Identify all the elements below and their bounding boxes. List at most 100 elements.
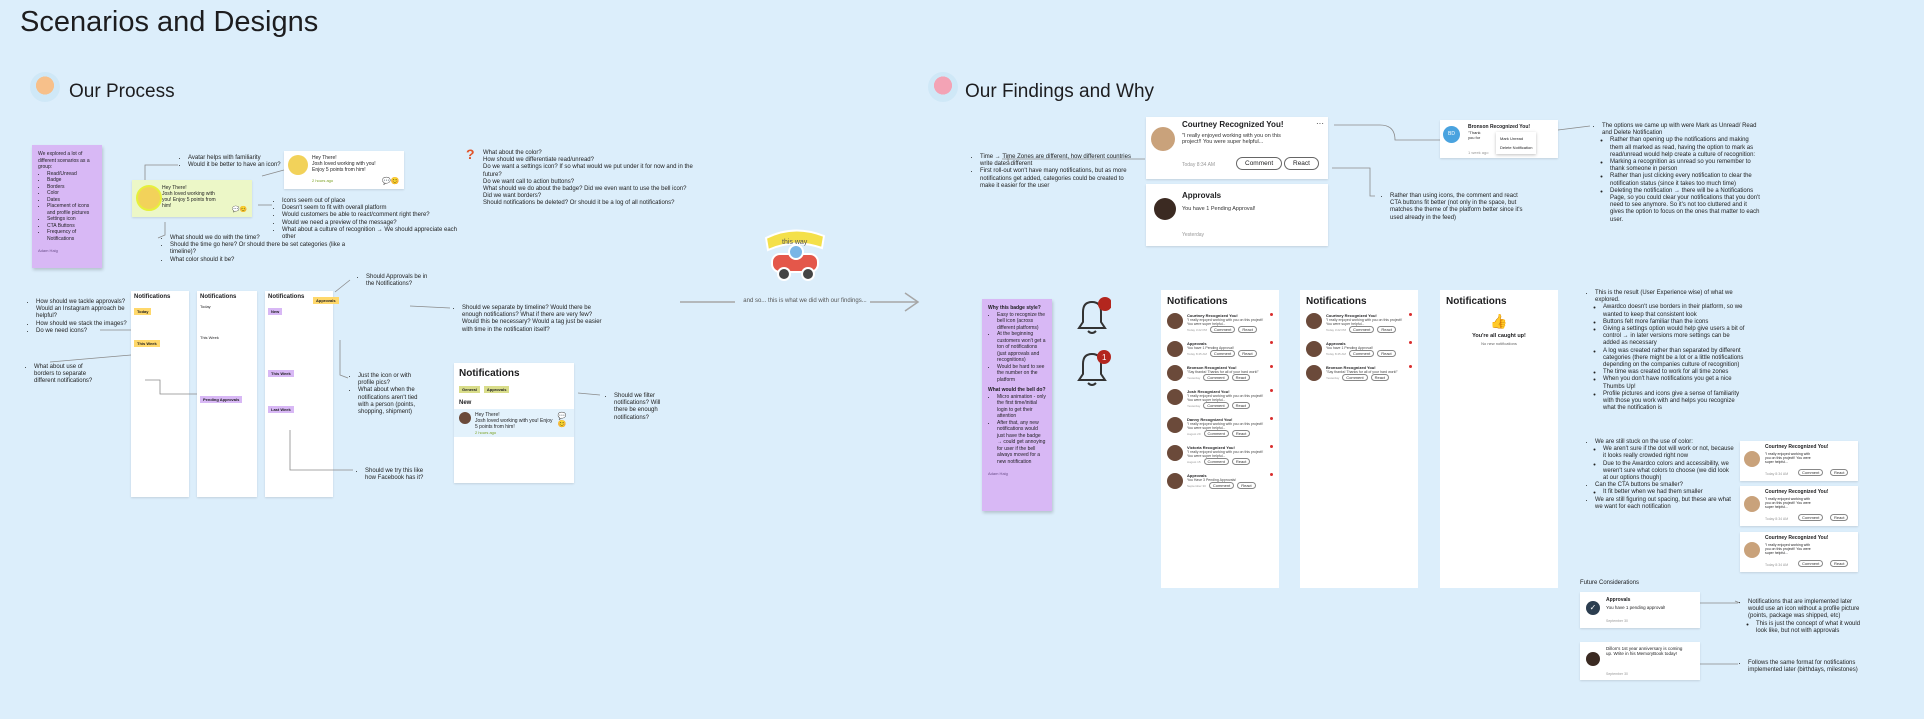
react-button[interactable]: React [1830, 560, 1849, 567]
card-date: 1 week ago [1468, 150, 1489, 155]
note-item: Buttons felt more familiar than the icon… [1603, 319, 1745, 326]
more-options-icon[interactable]: ··· [1316, 119, 1324, 128]
note-lead: Can the CTA buttons be smaller? [1595, 482, 1735, 489]
sticky-item: Micro animation - only the first time/in… [997, 394, 1046, 420]
recognition-card[interactable]: Courtney Recognized You! "I really enjoye… [1740, 532, 1858, 572]
note-item: First roll-out won't have many notificat… [980, 168, 1140, 190]
react-button[interactable]: React [1231, 402, 1251, 409]
unread-dot [1409, 313, 1412, 316]
sticker-banner-text: this way [782, 239, 808, 246]
react-button[interactable]: React [1377, 326, 1396, 333]
bell-icon [1077, 297, 1111, 334]
context-menu-card[interactable]: BD Bronson Recognized You! "Thank you fo… [1440, 120, 1558, 158]
unread-dot [1270, 313, 1273, 316]
note-item: Time → Time Zones are different, how dif… [980, 154, 1140, 168]
comment-button[interactable]: Comment [1236, 157, 1283, 170]
item-date: Today 3:22 PM [1326, 327, 1347, 332]
comment-button[interactable]: Comment [1203, 430, 1229, 437]
comment-button[interactable]: Comment [1203, 458, 1229, 465]
note-item: Rather than opening up the notifications… [1610, 137, 1762, 159]
future-notes-1: Notifications that are implemented later… [1738, 599, 1868, 635]
comment-button[interactable]: Comment [1210, 326, 1236, 333]
avatar [1167, 341, 1183, 357]
sticky-item: Would be hard to see the number on the p… [997, 364, 1046, 384]
comment-button[interactable]: Comment [1798, 514, 1824, 521]
checkmark-icon: ✓ [1586, 601, 1600, 615]
note-item: When you don't have notifications you ge… [1603, 376, 1745, 390]
react-button[interactable]: React [1231, 430, 1251, 437]
list-item[interactable]: Bronson Recognized You! "Say thanks! Than… [1306, 365, 1412, 381]
note-item: Awardco doesn't use borders in their pla… [1603, 304, 1745, 318]
timezone-notes: Time → Time Zones are different, how dif… [970, 154, 1140, 190]
item-date: Today 8:45 AM [1187, 351, 1207, 356]
comment-button[interactable]: Comment [1342, 374, 1368, 381]
comment-button[interactable]: Comment [1798, 560, 1824, 567]
menu-item-mark-unread[interactable]: Mark Unread [1500, 134, 1532, 143]
unread-dot [1270, 417, 1273, 420]
react-button[interactable]: React [1830, 514, 1849, 521]
sticky-question: What would the bell do? [988, 387, 1046, 393]
comment-button[interactable]: Comment [1348, 350, 1375, 357]
note-lead: This is the result (User Experience wise… [1595, 290, 1745, 304]
react-button[interactable]: React [1231, 374, 1251, 381]
context-menu: Mark Unread Delete Notification [1496, 132, 1537, 154]
comment-button[interactable]: Comment [1798, 469, 1824, 476]
future-anniversary-card[interactable]: Dillon's 1st year anniversary is coming … [1580, 642, 1700, 680]
avatar [1167, 445, 1183, 461]
note-item: Follows the same format for notification… [1748, 660, 1868, 674]
panel-title: Notifications [1306, 296, 1367, 307]
future-approvals-card[interactable]: ✓ Approvals You have 1 pending approval!… [1580, 592, 1700, 628]
unread-dot [1270, 473, 1273, 476]
list-item[interactable]: Victoria Recognized You! "I really enjoye… [1167, 445, 1273, 465]
react-button[interactable]: React [1830, 469, 1849, 476]
list-item[interactable]: Courtney Recognized You! "I really enjoye… [1306, 313, 1412, 333]
react-button[interactable]: React [1231, 458, 1251, 465]
sticky-item: Easy to recognize the bell icon (across … [997, 312, 1046, 332]
react-button[interactable]: React [1370, 374, 1390, 381]
card-body: "I really enjoyed working with you on th… [1765, 497, 1811, 509]
list-item[interactable]: Approvals You have 1 Pending Approval! Tod… [1167, 341, 1273, 357]
comment-button[interactable]: Comment [1349, 326, 1375, 333]
transition-text: and so... this is what we did with our f… [743, 298, 867, 304]
note-item: Rather than just clicking every notifica… [1610, 173, 1762, 187]
item-date: Today 8:45 AM [1326, 351, 1346, 356]
react-button[interactable]: React [1238, 326, 1257, 333]
notifications-panel-empty: Notifications 👍 You're all caught up! No… [1440, 290, 1558, 588]
sticky-question: Why this badge style? [988, 305, 1041, 311]
recognition-card[interactable]: Courtney Recognized You! ··· "I really e… [1146, 117, 1328, 179]
avatar-initials: BD [1443, 126, 1460, 143]
recognition-card[interactable]: Courtney Recognized You! "I really enjoye… [1740, 486, 1858, 526]
react-button[interactable]: React [1238, 350, 1257, 357]
card-body: You have 1 pending approval! [1606, 605, 1666, 610]
card-title: Approvals [1606, 597, 1631, 603]
comment-button[interactable]: Comment [1208, 482, 1235, 489]
list-item[interactable]: Danny Recognized You! "I really enjoyed w… [1167, 417, 1273, 437]
note-item: Giving a settings option would help give… [1603, 326, 1745, 348]
list-item[interactable]: Bronson Recognized You! "Say thanks! Than… [1167, 365, 1273, 381]
car-sticker-icon: this way [764, 229, 826, 281]
comment-button[interactable]: Comment [1203, 374, 1229, 381]
list-item[interactable]: Approvals You Have 3 Pending Approvals! Se… [1167, 473, 1273, 489]
caught-up-text: You're all caught up! [1472, 333, 1526, 339]
note-item: This is just the concept of what it woul… [1756, 621, 1868, 635]
approvals-card[interactable]: Approvals You have 1 Pending Approval! Y… [1146, 184, 1328, 246]
menu-item-delete[interactable]: Delete Notification [1500, 143, 1532, 152]
list-item[interactable]: Approvals You have 1 Pending Approval! Tod… [1306, 341, 1412, 357]
avatar [1154, 198, 1176, 220]
note-item: Rather than using icons, the comment and… [1390, 193, 1530, 222]
card-date: Today 8:34 AM [1765, 563, 1789, 567]
avatar [1151, 127, 1175, 151]
react-button[interactable]: React [1377, 350, 1396, 357]
card-title: Courtney Recognized You! [1765, 535, 1829, 541]
comment-button[interactable]: Comment [1203, 402, 1229, 409]
list-item[interactable]: Josh Recognized You! "I really enjoyed wo… [1167, 389, 1273, 409]
comment-button[interactable]: Comment [1209, 350, 1236, 357]
card-body: "I really enjoyed working with you on th… [1765, 543, 1811, 555]
avatar [1306, 341, 1322, 357]
list-item[interactable]: Courtney Recognized You! "I really enjoye… [1167, 313, 1273, 333]
react-button[interactable]: React [1284, 157, 1319, 170]
card-title: Courtney Recognized You! [1182, 120, 1284, 129]
recognition-card[interactable]: Courtney Recognized You! "I really enjoye… [1740, 441, 1858, 481]
notifications-panel-full: Notifications Courtney Recognized You! "I… [1161, 290, 1279, 588]
react-button[interactable]: React [1237, 482, 1256, 489]
